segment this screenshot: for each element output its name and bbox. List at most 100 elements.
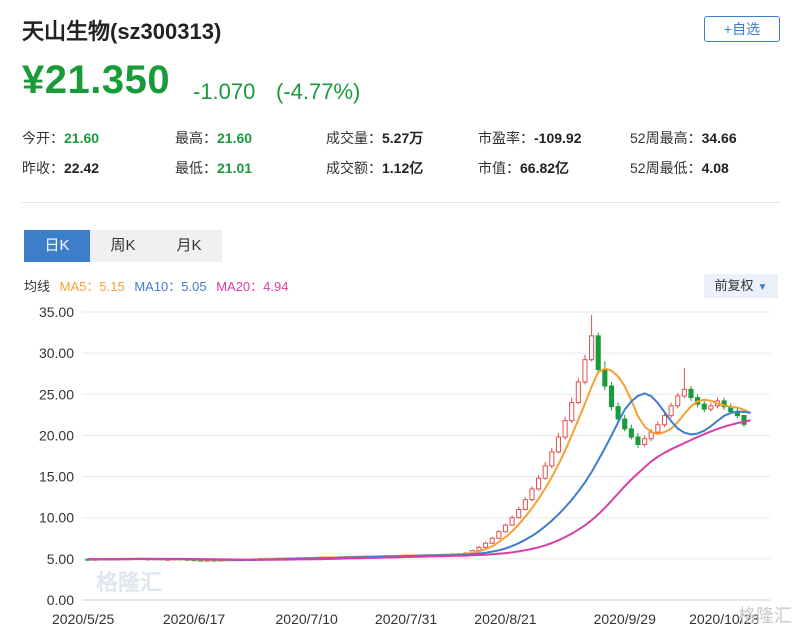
price-change: -1.070 [193, 79, 256, 104]
y-tick-label: 35.00 [39, 304, 74, 320]
stat-item: 昨收：22.42 [22, 158, 99, 178]
stat-label: 52周最低： [630, 160, 702, 176]
candle-body [708, 405, 714, 410]
candle-body [628, 428, 634, 438]
stat-value: 21.60 [217, 130, 253, 146]
stock-title: 天山生物(sz300313) [22, 19, 222, 44]
stat-item: 最低：21.01 [175, 158, 252, 178]
candle-body [562, 420, 568, 438]
stat-label: 市盈率： [478, 130, 534, 146]
stat-value: 1.12亿 [382, 160, 424, 176]
stat-value: 5.27万 [382, 130, 424, 146]
candle-body [595, 335, 601, 371]
candle-body [522, 499, 528, 510]
candlestick-chart: 35.00 30.00 25.00 20.00 15.00 10.00 5.00 0.00 20… [39, 304, 792, 627]
y-tick-label: 20.00 [39, 427, 74, 443]
stat-label: 今开： [22, 130, 64, 146]
candle-body [668, 405, 674, 417]
divider [22, 202, 780, 203]
stat-value: 22.42 [64, 160, 100, 176]
y-tick-label: 15.00 [39, 469, 74, 485]
stat-label: 成交量： [326, 130, 382, 146]
x-tick-label: 2020/5/25 [52, 611, 114, 627]
x-tick-label: 2020/6/17 [163, 611, 225, 627]
watermark-text: 格隆汇 [738, 606, 792, 626]
stat-item: 市值：66.82亿 [478, 158, 569, 178]
y-tick-label: 0.00 [47, 592, 74, 608]
stat-label: 昨收： [22, 160, 64, 176]
tab-monthly[interactable]: 月K [156, 230, 222, 262]
candle-body [741, 415, 747, 425]
stat-value: 66.82亿 [520, 160, 570, 176]
candle-body [496, 531, 502, 539]
candle-body [509, 517, 515, 526]
y-tick-label: 25.00 [39, 386, 74, 402]
stat-label: 市值： [478, 160, 520, 176]
ma-legend-label: 均线 [24, 279, 51, 294]
candle-body [701, 403, 707, 410]
candle-body [555, 436, 562, 453]
stat-label: 最高： [175, 130, 217, 146]
candle-body [688, 388, 694, 399]
price-change-percent: (-4.77%) [276, 79, 361, 104]
candle-body [615, 406, 621, 420]
candle-body [602, 369, 608, 387]
tab-weekly[interactable]: 周K [90, 230, 156, 262]
period-tabs: 日K 周K 月K [24, 230, 222, 262]
watermark-text: 格隆汇 [96, 570, 162, 595]
y-tick-label: 5.00 [47, 551, 74, 567]
candle-body [542, 465, 548, 479]
x-tick-label: 2020/8/21 [474, 611, 536, 627]
y-tick-label: 10.00 [39, 510, 74, 526]
ma-legend: 均线 MA5：5.15 MA10：5.05 MA20：4.94 [24, 276, 294, 295]
stat-label: 成交额： [326, 160, 382, 176]
candle-body [589, 335, 595, 361]
candle-body [516, 508, 522, 519]
candle-body [582, 359, 588, 383]
x-tick-label: 2020/7/10 [276, 611, 338, 627]
stat-item: 市盈率：-109.92 [478, 128, 581, 148]
candle-body [483, 542, 489, 548]
stat-item: 成交额：1.12亿 [326, 158, 423, 178]
ma-line-ma20 [88, 419, 751, 561]
stat-item: 最高：21.60 [175, 128, 252, 148]
stat-value: 21.01 [217, 160, 253, 176]
candle-body [675, 395, 681, 407]
candle-body [622, 418, 628, 430]
tab-daily[interactable]: 日K [24, 230, 90, 262]
stat-item: 今开：21.60 [22, 128, 99, 148]
candle-body [681, 388, 687, 397]
candle-body [489, 537, 495, 544]
price-adjust-dropdown[interactable]: 前复权 ▼ [704, 274, 778, 298]
candle-body [655, 424, 661, 433]
ma5-legend: MA5：5.15 [59, 279, 125, 294]
candle-body [635, 436, 641, 445]
candle-body [608, 385, 615, 408]
stat-value: 21.60 [64, 130, 100, 146]
stat-value: 4.08 [701, 160, 729, 176]
y-tick-label: 30.00 [39, 345, 74, 361]
current-price: ¥21.350 [22, 58, 171, 102]
x-tick-label: 2020/7/31 [375, 611, 437, 627]
stat-value: 34.66 [701, 130, 737, 146]
caret-down-icon: ▼ [757, 282, 768, 293]
stat-value: -109.92 [534, 130, 582, 146]
stat-label: 52周最高： [630, 130, 702, 146]
candle-body [642, 438, 648, 445]
x-tick-label: 2020/9/29 [594, 611, 656, 627]
candle-body [661, 415, 668, 426]
candle-body [529, 488, 535, 501]
candle-body [569, 402, 575, 422]
stat-item: 52周最低：4.08 [630, 158, 729, 178]
stat-item: 成交量：5.27万 [326, 128, 423, 148]
candle-body [549, 451, 555, 467]
candle-body [502, 524, 509, 533]
add-watchlist-button[interactable]: +自选 [704, 16, 780, 42]
candle-body [536, 477, 542, 490]
price-adjust-label: 前复权 [714, 278, 754, 293]
stat-label: 最低： [175, 160, 217, 176]
candle-body [575, 381, 581, 404]
ma10-legend: MA10：5.05 [134, 279, 207, 294]
stat-item: 52周最高：34.66 [630, 128, 737, 148]
ma20-legend: MA20：4.94 [216, 279, 289, 294]
